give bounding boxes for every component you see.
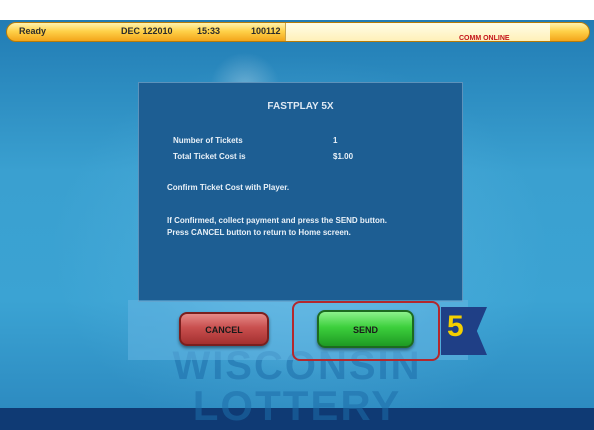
instruction-line-2: Press CANCEL button to return to Home sc… bbox=[167, 228, 351, 237]
cost-label: Total Ticket Cost is bbox=[173, 152, 246, 161]
status-ready: Ready bbox=[19, 26, 47, 36]
status-bar: Ready DEC 122010 15:33 100112 COMM ONLIN… bbox=[6, 22, 590, 42]
comm-status: COMM ONLINE bbox=[459, 35, 510, 42]
watermark-line2: LOTTERY bbox=[192, 382, 402, 429]
instructions: If Confirmed, collect payment and press … bbox=[167, 215, 387, 239]
step-number: 5 bbox=[447, 310, 464, 343]
instruction-line-1: If Confirmed, collect payment and press … bbox=[167, 216, 388, 225]
dialog-title: FASTPLAY 5X bbox=[267, 101, 334, 112]
status-date: DEC 122010 bbox=[121, 26, 173, 36]
confirm-dialog: FASTPLAY 5X Number of Tickets 1 Total Ti… bbox=[138, 82, 463, 302]
status-code: 100112 bbox=[251, 26, 281, 36]
tickets-label: Number of Tickets bbox=[173, 136, 243, 145]
cancel-button[interactable]: CANCEL bbox=[179, 312, 269, 346]
cost-value: $1.00 bbox=[333, 152, 354, 161]
top-frame bbox=[0, 0, 594, 20]
send-button[interactable]: SEND bbox=[317, 310, 414, 348]
confirm-message: Confirm Ticket Cost with Player. bbox=[167, 183, 290, 192]
status-time: 15:33 bbox=[197, 26, 221, 36]
tickets-value: 1 bbox=[333, 136, 338, 145]
status-bar-tab bbox=[285, 23, 550, 41]
